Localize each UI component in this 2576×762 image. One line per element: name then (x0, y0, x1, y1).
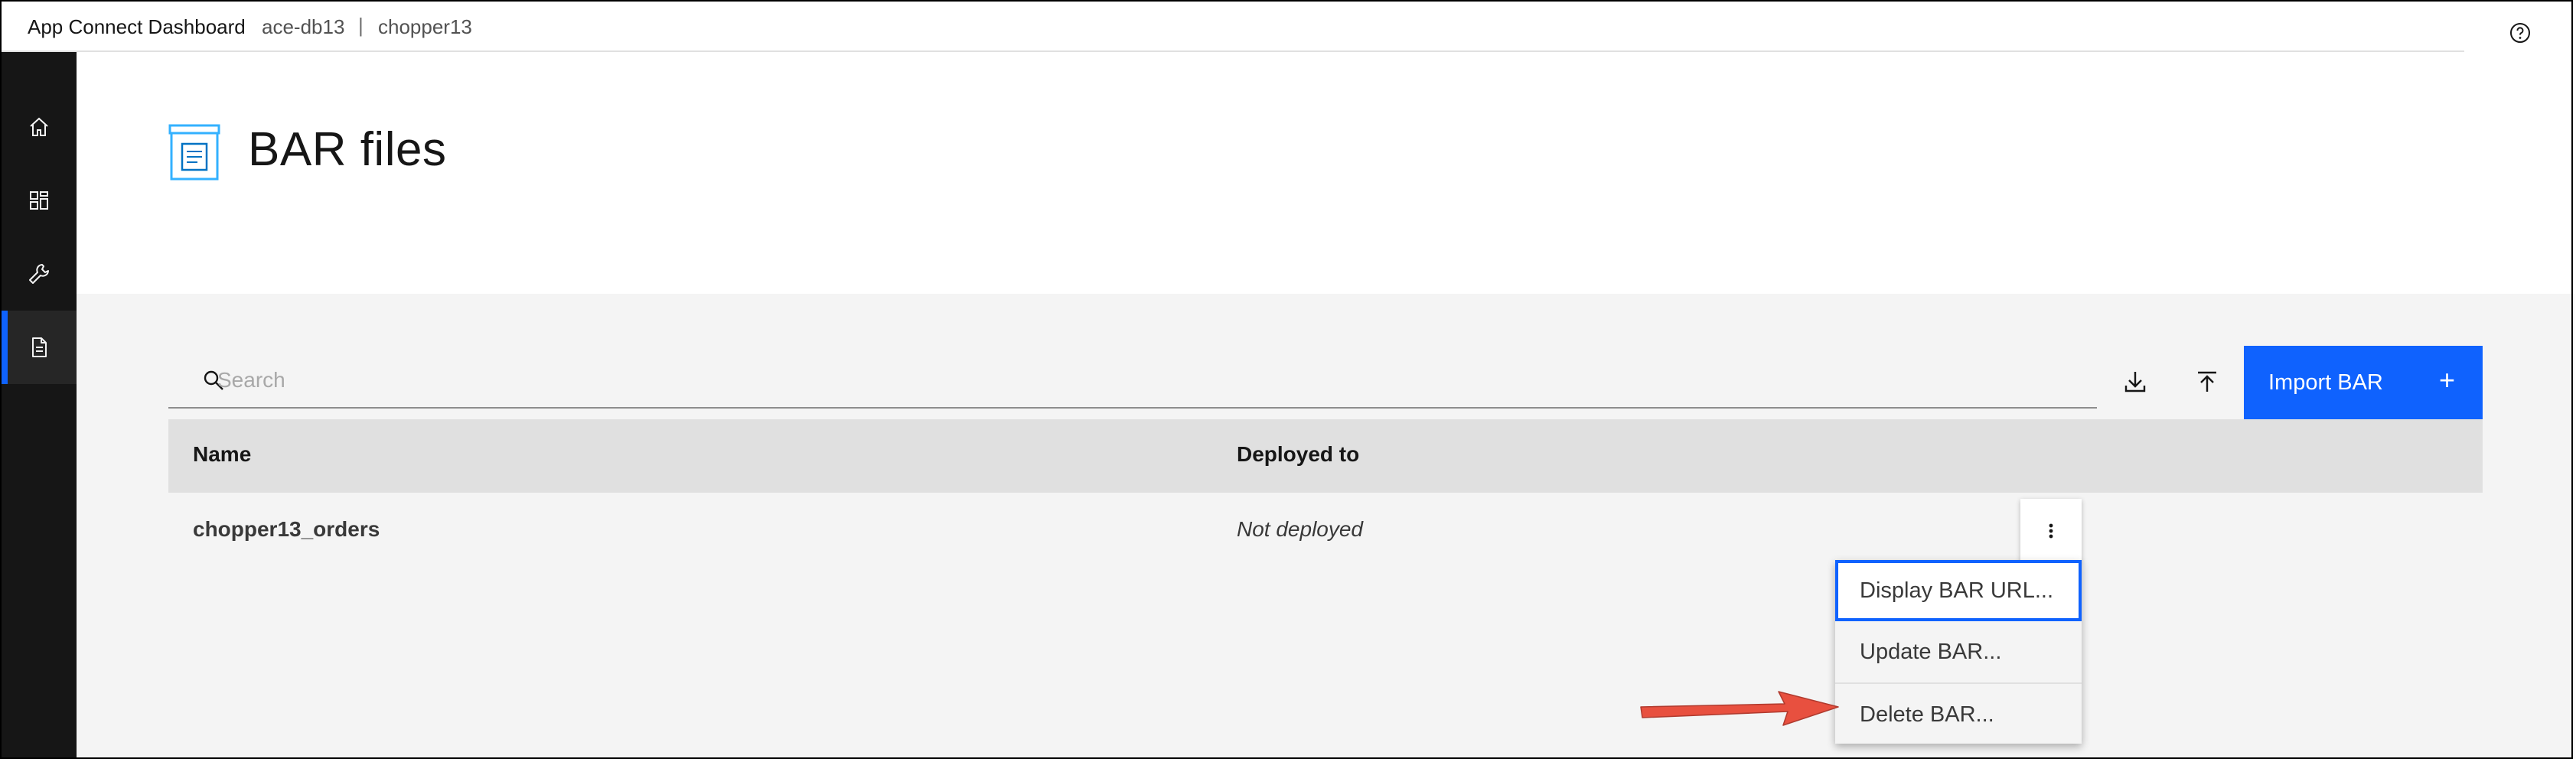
page-title: BAR files (248, 123, 447, 176)
overflow-menu-icon (2049, 523, 2053, 539)
search-input[interactable] (216, 364, 2056, 396)
side-nav (2, 52, 77, 759)
download-icon (2124, 372, 2146, 392)
upload-icon (2198, 371, 2216, 392)
sidebar-item-tools[interactable] (2, 237, 77, 311)
sidebar-item-home[interactable] (2, 90, 77, 164)
column-header-name[interactable]: Name (193, 442, 251, 467)
upload-button[interactable] (2172, 346, 2242, 418)
table-row[interactable]: chopper13_orders Not deployed (168, 493, 2483, 566)
page-header (77, 52, 2574, 294)
home-icon (30, 117, 48, 136)
import-bar-button[interactable]: Import BAR + (2244, 346, 2483, 419)
cell-bar-name: chopper13_orders (193, 517, 380, 541)
import-bar-label: Import BAR (2268, 370, 2383, 395)
sidebar-item-bar-files[interactable] (2, 311, 77, 384)
cell-deployed-to: Not deployed (1237, 517, 1364, 541)
top-header: App Connect Dashboard ace-db13 | chopper… (2, 2, 2574, 52)
menu-item-display-bar-url[interactable]: Display BAR URL... (1835, 560, 2082, 621)
sidebar-item-dashboard[interactable] (2, 164, 77, 237)
breadcrumb-ace-db13[interactable]: ace-db13 (262, 15, 344, 39)
annotation-arrow-icon (1640, 691, 1839, 726)
document-icon (32, 337, 47, 357)
plus-icon: + (2438, 364, 2455, 396)
breadcrumb-chopper13[interactable]: chopper13 (378, 15, 472, 39)
table-header: Name Deployed to (168, 419, 2483, 493)
row-overflow-menu-button[interactable] (2020, 499, 2082, 563)
app-title[interactable]: App Connect Dashboard (28, 15, 246, 39)
column-header-deployed-to[interactable]: Deployed to (1237, 442, 1359, 467)
menu-item-update-bar[interactable]: Update BAR... (1835, 621, 2082, 682)
overflow-menu: Display BAR URL... Update BAR... Delete … (1835, 560, 2082, 744)
breadcrumb-separator: | (358, 14, 364, 37)
help-icon[interactable] (2509, 21, 2532, 44)
wrench-icon (29, 264, 49, 284)
bar-files-icon (168, 124, 220, 181)
dashboard-icon (30, 191, 48, 210)
menu-item-delete-bar[interactable]: Delete BAR... (1835, 682, 2082, 744)
download-button[interactable] (2100, 346, 2170, 418)
search-bar[interactable] (168, 346, 2097, 409)
